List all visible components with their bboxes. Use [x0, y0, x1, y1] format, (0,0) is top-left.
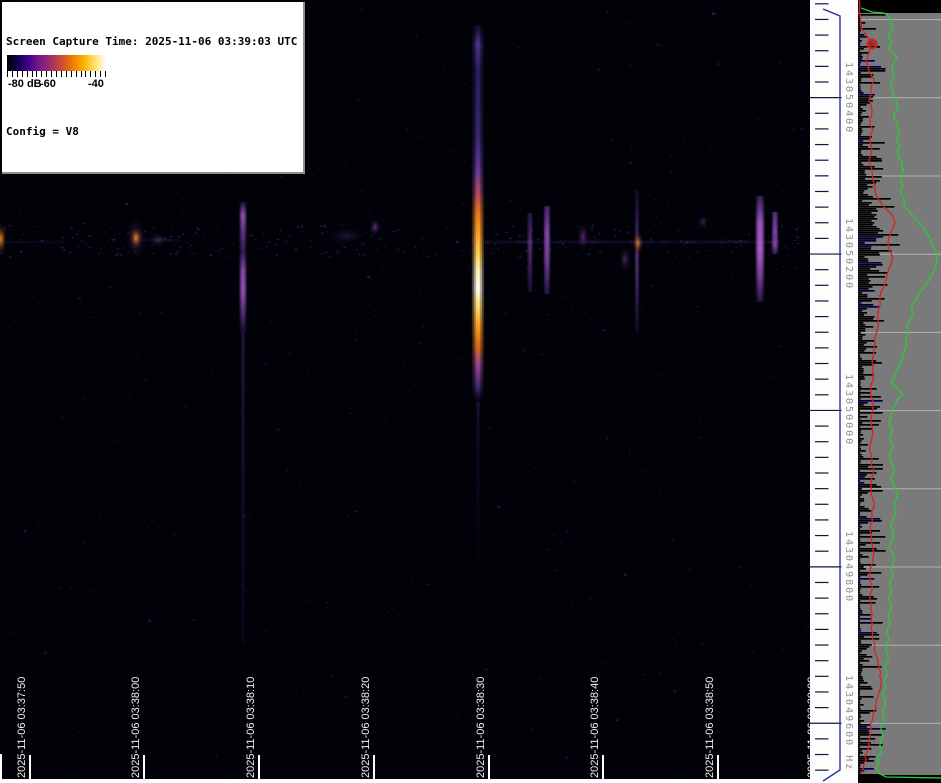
time-axis-label: 2025-11-06 03:38:20: [359, 676, 372, 778]
color-scale-tick: [11, 71, 13, 77]
time-axis-left-tick: [0, 754, 2, 779]
color-scale-tick: [95, 71, 97, 77]
color-scale-tick: [56, 71, 57, 77]
color-scale-tick: [41, 71, 43, 77]
color-scale-tick: [60, 71, 62, 77]
color-scale-labels: -80 dB -60 -40: [7, 78, 106, 91]
time-axis-label: 2025-11-06 03:38:50: [703, 676, 716, 778]
spectrum-bottom-band: [858, 775, 941, 783]
color-scale-tick: [105, 71, 106, 77]
color-scale-tick: [80, 71, 82, 77]
color-scale-tick: [16, 71, 18, 77]
color-gradient-bar: [7, 55, 106, 71]
peak-marker-circle: [866, 38, 878, 50]
color-scale-label: -60: [40, 78, 56, 90]
color-scale-tick: [31, 71, 33, 77]
color-scale-tick: [46, 71, 48, 77]
color-scale-tick: [70, 71, 72, 77]
color-scale-tick: [7, 71, 8, 77]
time-axis-label: 2025-11-06 03:37:50: [15, 676, 28, 778]
peak-spectrum-trace-green: [860, 7, 941, 779]
color-scale-label: -80 dB: [8, 78, 42, 90]
frequency-axis-label: 143050200: [843, 218, 854, 291]
color-scale-label: -40: [88, 78, 104, 90]
color-scale-ruler: [7, 71, 106, 78]
time-axis-label: 2025-11-06 03:38:10: [245, 676, 258, 778]
color-scale-tick: [36, 71, 38, 77]
frequency-axis-label: 143050000: [843, 374, 854, 447]
time-axis-label: 2025-11-06 03:38:00: [130, 676, 143, 778]
time-axis-tick: [258, 755, 261, 779]
frequency-axis-label: 143049800: [843, 530, 854, 603]
time-axis-tick: [487, 755, 490, 779]
color-scale-tick: [51, 71, 53, 77]
live-spectrum-plot: [858, 0, 941, 783]
color-scale-tick: [65, 71, 67, 77]
color-scale-tick: [75, 71, 77, 77]
color-scale-tick: [100, 71, 102, 77]
live-spectrum-panel: [858, 0, 941, 783]
freq-tick-group: [810, 3, 842, 771]
color-scale-tick: [21, 71, 23, 77]
time-axis-tick: [28, 755, 31, 779]
app-root: Screen Capture Time: 2025-11-06 03:39:03…: [0, 0, 941, 783]
time-axis-tick: [143, 755, 146, 779]
time-axis-label: 2025-11-06 03:38:30: [474, 676, 487, 778]
frequency-axis-label: 143049600 Hz: [843, 675, 854, 772]
time-axis-tick: [716, 755, 719, 779]
color-scale-tick: [85, 71, 87, 77]
spectrum-noise-bars: [858, 14, 900, 776]
color-scale-tick: [90, 71, 92, 77]
time-axis-label: 2025-11-06 03:38:40: [589, 676, 602, 778]
time-axis-tick: [372, 755, 375, 779]
time-axis-tick: [602, 755, 605, 779]
config-text: Config = V8: [6, 125, 79, 138]
color-scale-tick: [26, 71, 28, 77]
db-color-scale: -80 dB -60 -40: [5, 53, 112, 92]
capture-time-text: Screen Capture Time: 2025-11-06 03:39:03…: [6, 35, 298, 48]
frequency-axis-label: 143050400: [843, 61, 854, 134]
time-axis-baseline: [0, 779, 810, 783]
